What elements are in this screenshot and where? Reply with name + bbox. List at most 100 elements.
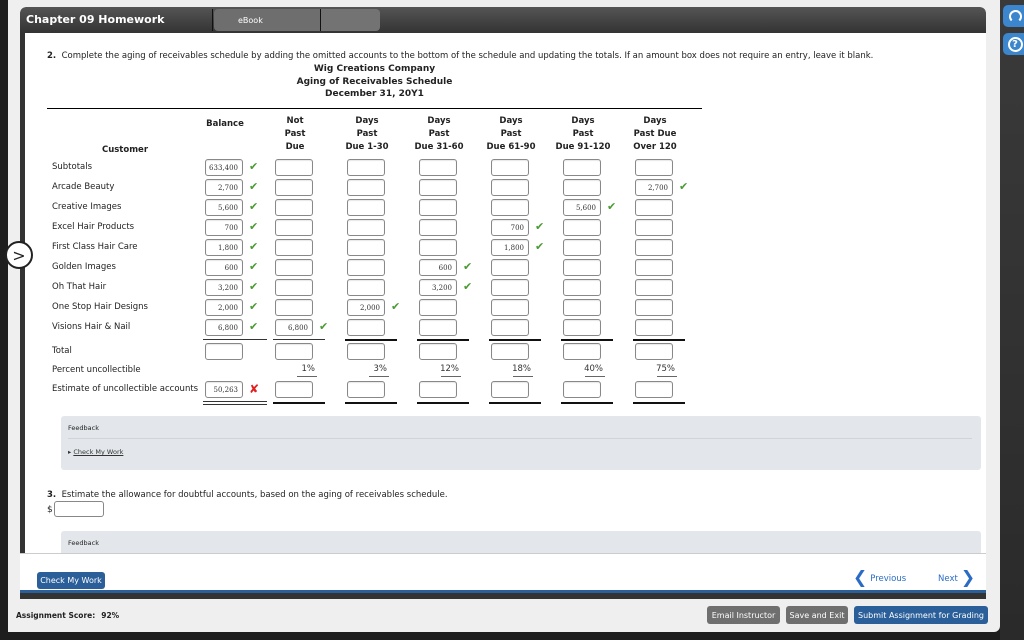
next-button[interactable]: Next ❯ xyxy=(938,570,975,587)
support-button[interactable] xyxy=(1003,5,1024,27)
amount-input[interactable] xyxy=(491,319,529,336)
amount-input[interactable]: 3,200 xyxy=(205,279,243,296)
amount-input[interactable]: 5,600 xyxy=(563,199,601,216)
tab-ebook[interactable]: eBook xyxy=(214,9,320,31)
total-input[interactable] xyxy=(491,343,529,360)
amount-input[interactable] xyxy=(635,279,673,296)
help-button[interactable]: ? xyxy=(1003,33,1024,55)
title-divider xyxy=(212,9,213,31)
amount-input[interactable] xyxy=(275,279,313,296)
amount-input[interactable] xyxy=(275,259,313,276)
amount-input[interactable] xyxy=(635,239,673,256)
estimate-rule xyxy=(345,402,397,404)
amount-input[interactable] xyxy=(275,239,313,256)
estimate-input[interactable] xyxy=(491,381,529,398)
amount-input[interactable]: 2,700 xyxy=(635,179,673,196)
amount-input[interactable] xyxy=(419,159,457,176)
amount-input[interactable] xyxy=(347,239,385,256)
total-input[interactable] xyxy=(275,343,313,360)
amount-input[interactable] xyxy=(491,199,529,216)
amount-input[interactable] xyxy=(275,299,313,316)
amount-input[interactable] xyxy=(563,239,601,256)
amount-input[interactable]: 5,600 xyxy=(205,199,243,216)
amount-input[interactable]: 700 xyxy=(205,219,243,236)
total-input[interactable] xyxy=(347,343,385,360)
amount-input[interactable] xyxy=(563,159,601,176)
amount-input[interactable] xyxy=(635,319,673,336)
amount-input[interactable] xyxy=(491,279,529,296)
estimate-input[interactable] xyxy=(635,381,673,398)
estimate-input[interactable] xyxy=(419,381,457,398)
amount-input[interactable] xyxy=(563,279,601,296)
estimate-input[interactable] xyxy=(347,381,385,398)
amount-input[interactable] xyxy=(419,219,457,236)
previous-button[interactable]: ❮ Previous xyxy=(853,570,906,587)
amount-input[interactable]: 600 xyxy=(205,259,243,276)
amount-input[interactable] xyxy=(563,259,601,276)
total-input[interactable] xyxy=(563,343,601,360)
amount-input[interactable]: 1,800 xyxy=(205,239,243,256)
amount-input[interactable] xyxy=(635,259,673,276)
amount-input[interactable] xyxy=(275,219,313,236)
amount-input[interactable] xyxy=(275,179,313,196)
subtotal-rule xyxy=(273,339,325,340)
total-input[interactable] xyxy=(205,343,243,360)
amount-input[interactable] xyxy=(491,259,529,276)
amount-input[interactable]: 3,200 xyxy=(419,279,457,296)
amount-input[interactable] xyxy=(635,199,673,216)
amount-input[interactable] xyxy=(347,279,385,296)
submit-assignment-button[interactable]: Submit Assignment for Grading xyxy=(854,606,988,624)
amount-input[interactable]: 700 xyxy=(491,219,529,236)
column-header-line: Past xyxy=(428,129,450,139)
percent-rule xyxy=(513,376,533,377)
amount-input[interactable] xyxy=(635,219,673,236)
amount-input[interactable]: 6,800 xyxy=(275,319,313,336)
check-my-work-button[interactable]: Check My Work xyxy=(37,572,105,589)
estimate-input[interactable] xyxy=(275,381,313,398)
amount-input[interactable]: 1,800 xyxy=(491,239,529,256)
amount-input[interactable] xyxy=(419,319,457,336)
email-instructor-button[interactable]: Email Instructor xyxy=(707,606,780,624)
amount-input[interactable] xyxy=(347,199,385,216)
amount-input[interactable] xyxy=(347,179,385,196)
right-tool-rail: ? xyxy=(1000,0,1024,640)
amount-input[interactable] xyxy=(491,179,529,196)
tab-blank[interactable] xyxy=(320,9,380,31)
amount-input[interactable] xyxy=(491,159,529,176)
column-header-line: Due 91-120 xyxy=(555,142,611,152)
amount-input[interactable] xyxy=(635,299,673,316)
amount-input[interactable]: 6,800 xyxy=(205,319,243,336)
amount-input[interactable] xyxy=(563,179,601,196)
allowance-input[interactable] xyxy=(54,501,104,517)
amount-input[interactable] xyxy=(275,159,313,176)
amount-input[interactable] xyxy=(563,299,601,316)
total-input[interactable] xyxy=(635,343,673,360)
amount-input[interactable] xyxy=(347,319,385,336)
amount-input[interactable] xyxy=(419,179,457,196)
amount-input[interactable] xyxy=(491,299,529,316)
amount-input[interactable]: 2,000 xyxy=(205,299,243,316)
amount-input[interactable] xyxy=(275,199,313,216)
estimate-input[interactable]: 50,263 xyxy=(205,381,243,398)
total-input[interactable] xyxy=(419,343,457,360)
amount-input[interactable]: 633,400 xyxy=(205,159,243,176)
save-and-exit-button[interactable]: Save and Exit xyxy=(786,606,848,624)
amount-input[interactable] xyxy=(347,259,385,276)
amount-input[interactable] xyxy=(635,159,673,176)
amount-input[interactable] xyxy=(563,219,601,236)
expand-panel-button[interactable]: > xyxy=(5,241,33,269)
amount-input[interactable] xyxy=(419,239,457,256)
estimate-input[interactable] xyxy=(563,381,601,398)
amount-input[interactable] xyxy=(563,319,601,336)
feedback-panel-1: Feedback ▸ Check My Work xyxy=(61,416,981,470)
amount-input[interactable] xyxy=(347,159,385,176)
amount-input[interactable] xyxy=(347,219,385,236)
amount-input[interactable]: 2,000 xyxy=(347,299,385,316)
amount-input[interactable] xyxy=(419,199,457,216)
feedback-check-my-work-link[interactable]: ▸ Check My Work xyxy=(68,448,123,456)
amount-input[interactable] xyxy=(419,299,457,316)
feedback-1-title: Feedback xyxy=(68,424,99,432)
amount-input[interactable]: 600 xyxy=(419,259,457,276)
amount-input[interactable]: 2,700 xyxy=(205,179,243,196)
check-mark-icon: ✔ xyxy=(249,320,259,333)
